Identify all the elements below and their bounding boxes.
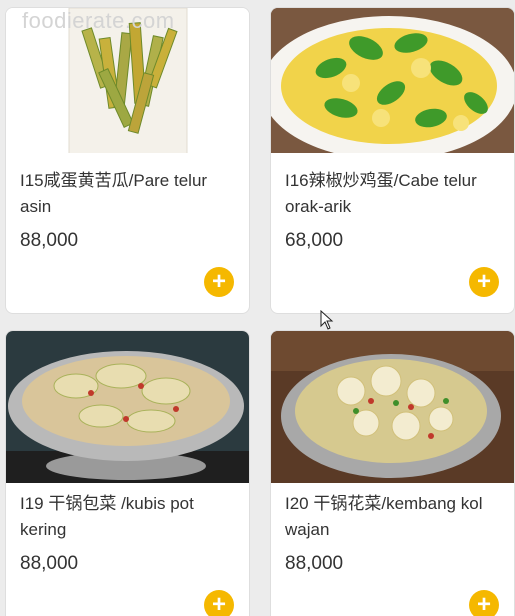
add-to-cart-button[interactable]: + xyxy=(469,267,499,297)
add-to-cart-button[interactable]: + xyxy=(204,590,234,616)
watermark: foodierate.com xyxy=(22,8,175,33)
menu-item-card[interactable]: I15咸蛋黄苦瓜/Pare telur asin 88,000 + xyxy=(5,7,250,314)
plus-icon: + xyxy=(211,591,226,616)
dry-pot-cauliflower-photo xyxy=(271,331,514,483)
dry-pot-cabbage-photo xyxy=(6,331,249,483)
plus-icon: + xyxy=(476,591,491,616)
item-price: 68,000 xyxy=(285,230,344,251)
menu-item-card[interactable]: I19 干锅包菜 /kubis pot kering 88,000 + xyxy=(5,330,250,616)
item-name: I15咸蛋黄苦瓜/Pare telur asin xyxy=(20,171,208,216)
item-price: 88,000 xyxy=(285,553,344,574)
plus-icon: + xyxy=(476,268,491,295)
chili-scrambled-egg-photo xyxy=(271,8,514,153)
menu-item-card[interactable]: I16辣椒炒鸡蛋/Cabe telur orak-arik 68,000 + xyxy=(270,7,515,314)
add-to-cart-button[interactable]: + xyxy=(469,590,499,616)
mouse-cursor-icon xyxy=(320,310,334,330)
item-name: I19 干锅包菜 /kubis pot kering xyxy=(20,494,194,539)
menu-grid: foodierate.com I15咸蛋黄苦瓜/Pare telur asin xyxy=(0,0,515,616)
item-price: 88,000 xyxy=(20,230,79,251)
item-name: I20 干锅花菜/kembang kol wajan xyxy=(285,494,483,539)
add-to-cart-button[interactable]: + xyxy=(204,267,234,297)
plus-icon: + xyxy=(211,268,226,295)
item-name: I16辣椒炒鸡蛋/Cabe telur orak-arik xyxy=(285,171,477,216)
menu-item-card[interactable]: I20 干锅花菜/kembang kol wajan 88,000 + xyxy=(270,330,515,616)
item-price: 88,000 xyxy=(20,553,79,574)
